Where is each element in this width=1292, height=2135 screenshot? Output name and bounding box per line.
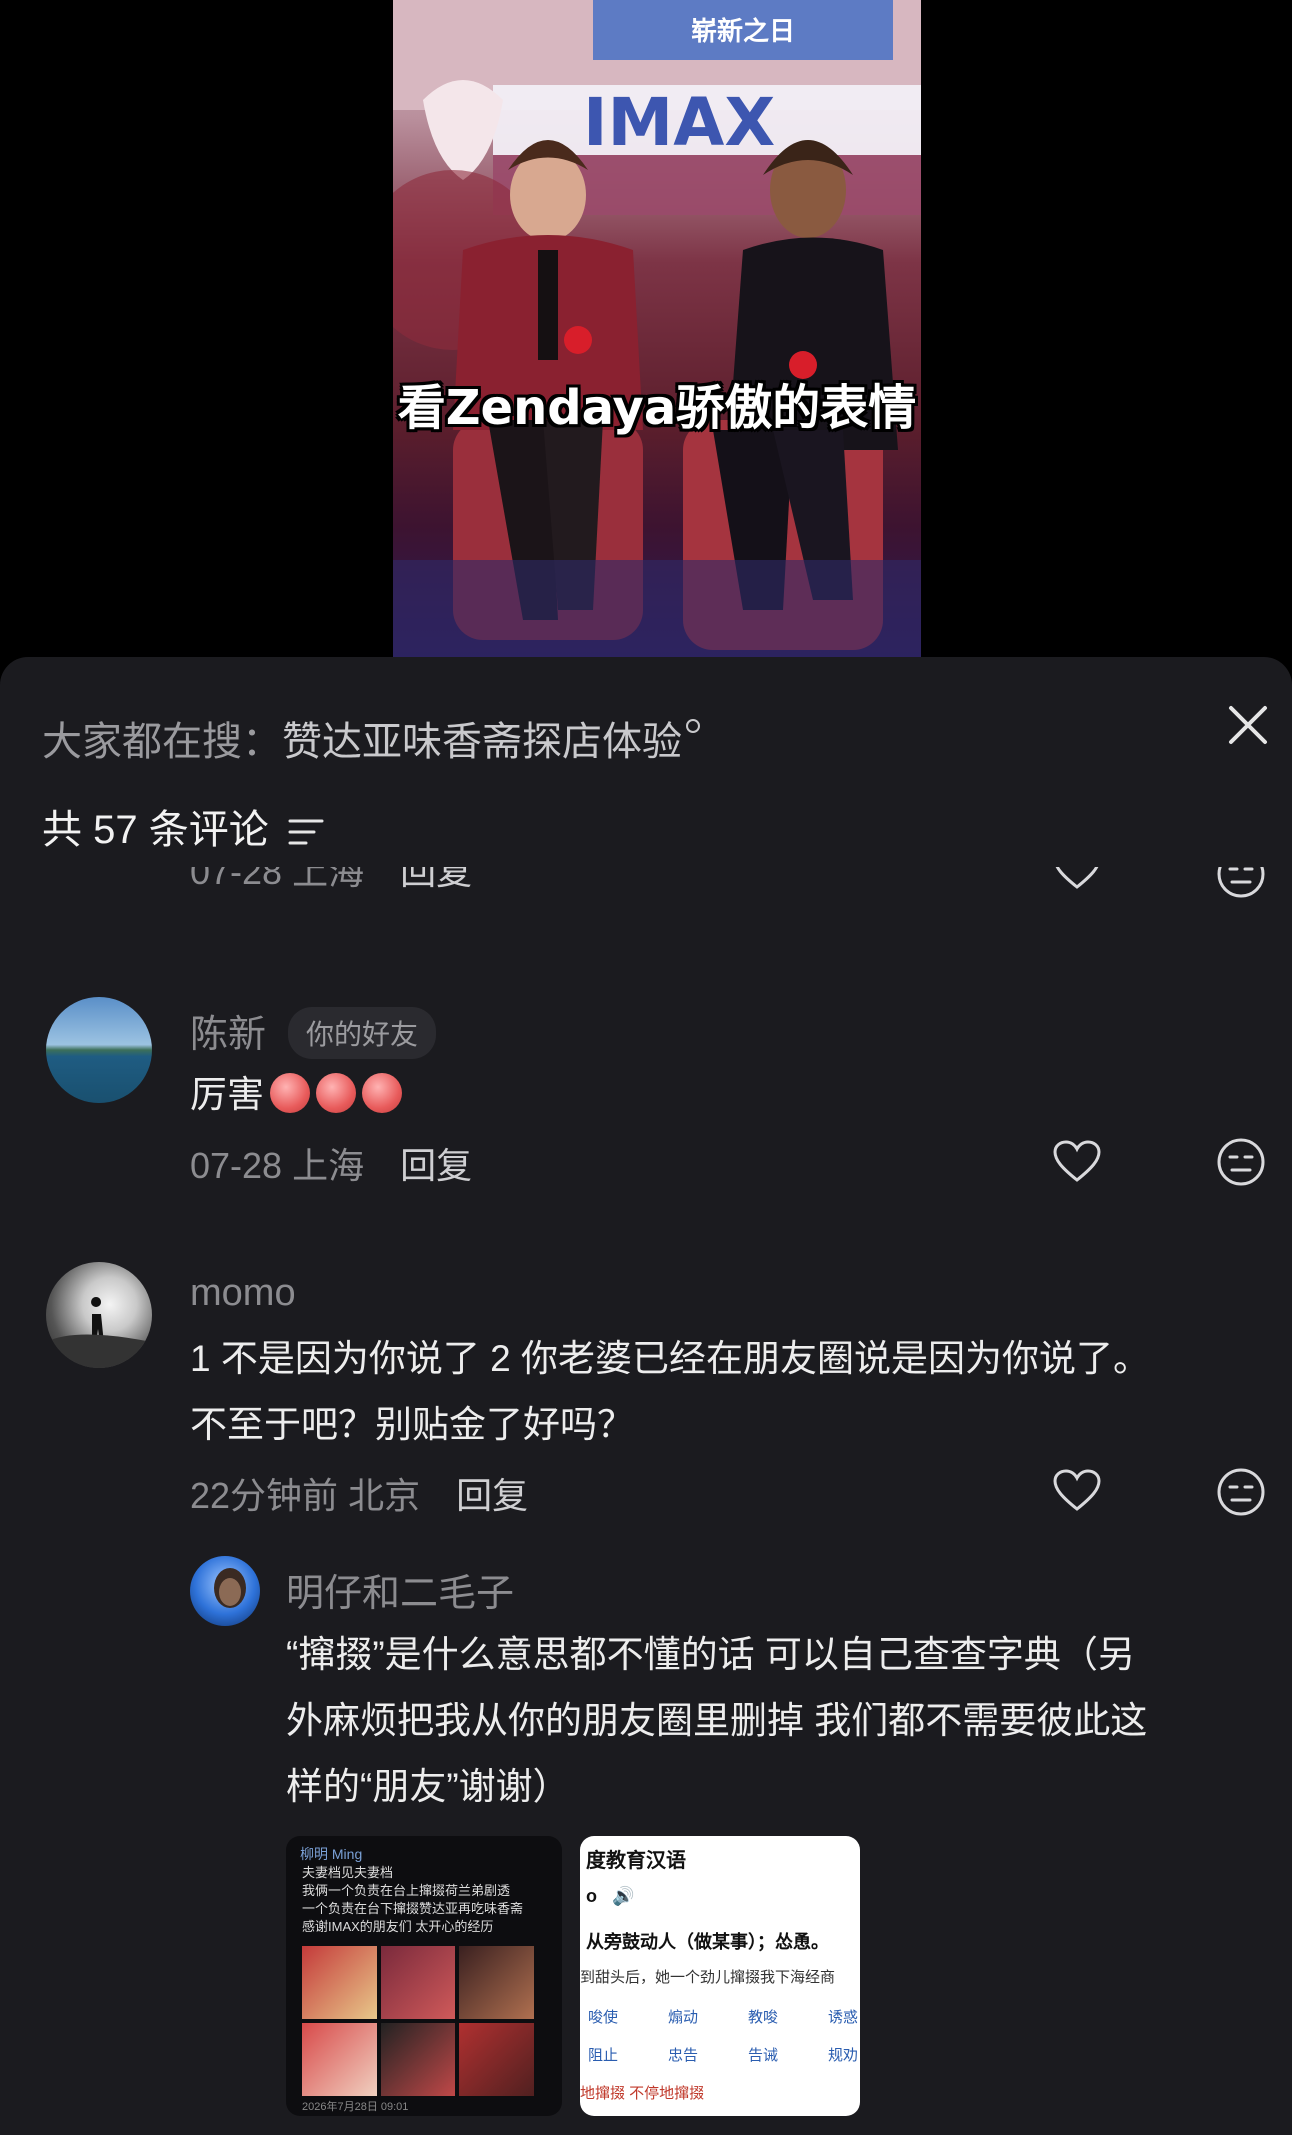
comment-location: 上海 xyxy=(292,867,365,892)
trending-search-prefix: 大家都在搜： xyxy=(42,720,282,764)
video-subtitle: 看Zendaya骄傲的表情 xyxy=(397,380,917,436)
close-icon[interactable] xyxy=(1226,703,1270,747)
video-frame-illustration: 崭新之日 IMAX xyxy=(393,0,921,657)
trending-search[interactable]: 大家都在搜：赞达亚味香斋探店体验 xyxy=(42,709,700,767)
comment-count-label: 共 57 条评论 xyxy=(42,808,269,852)
comment-meta: 07-28 上海 回复 xyxy=(190,867,472,895)
comment-panel: 大家都在搜：赞达亚味香斋探店体验 共 57 条评论 07-28 上海 回复 陈新… xyxy=(0,657,1292,2135)
dislike-face-icon[interactable] xyxy=(1216,867,1266,899)
reply-button[interactable]: 回复 xyxy=(400,867,472,892)
comment-count: 共 57 条评论 xyxy=(42,797,324,855)
poster-top-text: 崭新之日 xyxy=(691,16,795,47)
comment-time: 07-28 xyxy=(190,867,283,892)
sort-icon[interactable] xyxy=(288,817,324,847)
trending-search-keyword[interactable]: 赞达亚味香斋探店体验 xyxy=(282,720,682,764)
video-player[interactable]: 崭新之日 IMAX 看Zendaya骄傲的表情 xyxy=(393,0,921,657)
search-icon xyxy=(686,719,700,733)
poster-imax-text: IMAX xyxy=(583,84,775,161)
comment-list[interactable]: 07-28 上海 回复 陈新 你的好友 厉害 07-28 上海 回复 xyxy=(0,867,1292,2135)
heart-icon[interactable] xyxy=(1052,867,1102,891)
